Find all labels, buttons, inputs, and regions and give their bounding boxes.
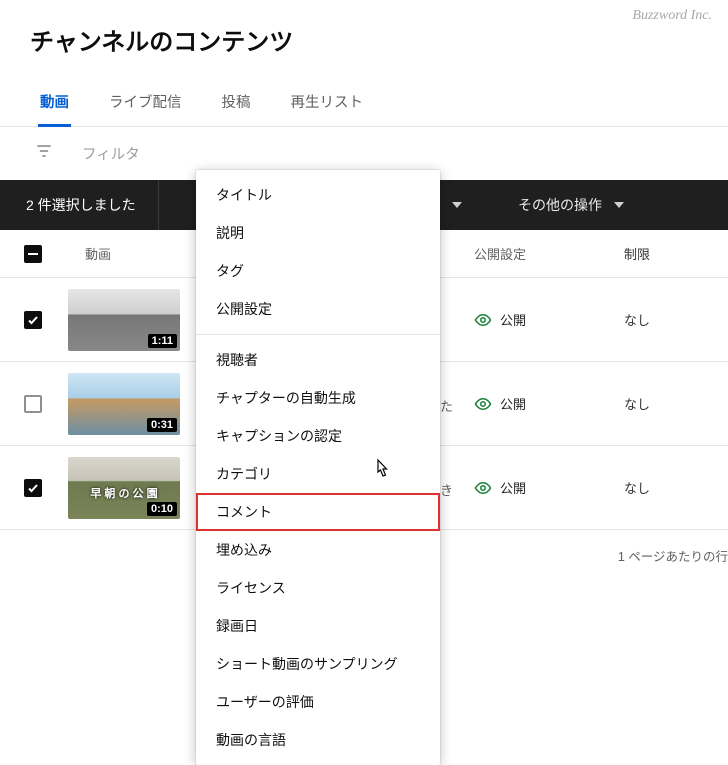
visibility-label: 公開 xyxy=(500,478,526,497)
menu-separator xyxy=(196,334,440,335)
watermark: Buzzword Inc. xyxy=(632,8,712,24)
other-ops-dropdown-button[interactable]: その他の操作 xyxy=(518,195,624,215)
visibility-label: 公開 xyxy=(500,310,526,329)
truncated-text: き xyxy=(440,480,453,499)
video-duration: 0:31 xyxy=(147,418,177,432)
tab-live[interactable]: ライブ配信 xyxy=(107,81,184,126)
menu-item-コメント[interactable]: コメント xyxy=(196,493,440,531)
visibility-label: 公開 xyxy=(500,394,526,413)
restriction-label: なし xyxy=(624,478,704,497)
tab-video[interactable]: 動画 xyxy=(38,81,71,126)
menu-item-埋め込み[interactable]: 埋め込み xyxy=(196,531,440,569)
menu-item-動画の言語[interactable]: 動画の言語 xyxy=(196,721,440,759)
menu-item-ショート動画のサンプリング[interactable]: ショート動画のサンプリング xyxy=(196,645,440,683)
menu-item-公開設定[interactable]: 公開設定 xyxy=(196,290,440,328)
filter-icon[interactable] xyxy=(34,141,54,166)
divider xyxy=(158,180,159,230)
thumb-overlay-text: 早 朝 の 公 園 xyxy=(68,485,180,501)
selection-count: 2 件選択しました xyxy=(26,195,136,215)
row-checkbox[interactable] xyxy=(24,395,42,413)
col-header-restriction: 制限 xyxy=(624,244,704,263)
video-duration: 1:11 xyxy=(148,334,177,348)
menu-item-説明[interactable]: 説明 xyxy=(196,214,440,252)
video-thumbnail[interactable]: 早 朝 の 公 園 0:10 xyxy=(68,457,180,519)
menu-item-録画日[interactable]: 録画日 xyxy=(196,607,440,645)
tab-playlists[interactable]: 再生リスト xyxy=(289,81,366,126)
menu-item-ライセンス[interactable]: ライセンス xyxy=(196,569,440,607)
menu-item-タグ[interactable]: タグ xyxy=(196,252,440,290)
menu-item-ユーザーの評価[interactable]: ユーザーの評価 xyxy=(196,683,440,721)
filter-input[interactable]: フィルタ xyxy=(82,143,140,164)
edit-menu: タイトル説明タグ公開設定視聴者チャプターの自動生成キャプションの認定カテゴリコメ… xyxy=(196,170,440,765)
menu-item-視聴者[interactable]: 視聴者 xyxy=(196,341,440,379)
other-ops-label: その他の操作 xyxy=(518,195,602,215)
row-checkbox[interactable] xyxy=(24,311,42,329)
row-checkbox[interactable] xyxy=(24,479,42,497)
eye-icon xyxy=(474,479,492,497)
video-duration: 0:10 xyxy=(147,502,177,516)
page-title: チャンネルのコンテンツ xyxy=(0,0,728,67)
chevron-down-icon xyxy=(614,202,624,208)
truncated-text: た xyxy=(440,396,453,415)
video-thumbnail[interactable]: 0:31 xyxy=(68,373,180,435)
chevron-down-icon xyxy=(452,202,462,208)
menu-item-キャプションの認定[interactable]: キャプションの認定 xyxy=(196,417,440,455)
video-thumbnail[interactable]: 1:11 xyxy=(68,289,180,351)
restriction-label: なし xyxy=(624,310,704,329)
menu-item-カテゴリ[interactable]: カテゴリ xyxy=(196,455,440,493)
menu-item-タイトル[interactable]: タイトル xyxy=(196,176,440,214)
tab-posts[interactable]: 投稿 xyxy=(220,81,253,126)
eye-icon xyxy=(474,311,492,329)
rows-per-page-label: 1 ページあたりの行 xyxy=(618,546,728,565)
menu-item-チャプターの自動生成[interactable]: チャプターの自動生成 xyxy=(196,379,440,417)
restriction-label: なし xyxy=(624,394,704,413)
tabs: 動画 ライブ配信 投稿 再生リスト xyxy=(0,75,728,127)
eye-icon xyxy=(474,395,492,413)
col-header-visibility: 公開設定 xyxy=(474,244,624,263)
select-all-checkbox[interactable] xyxy=(24,245,42,263)
